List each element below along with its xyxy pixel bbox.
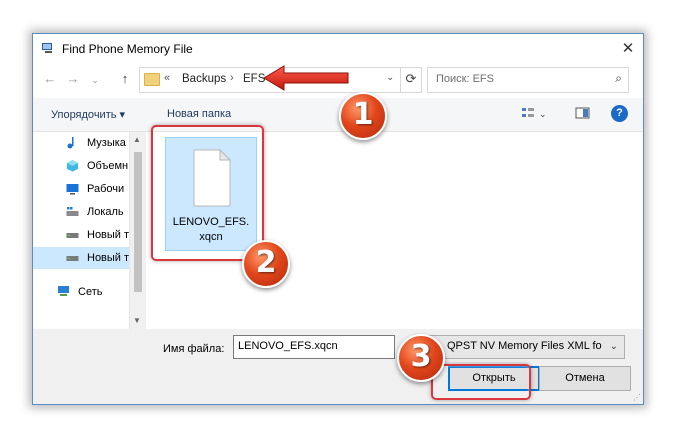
drive-icon [66,233,79,238]
chevron-right-icon: › [230,72,234,84]
folder-icon [144,73,160,86]
step-3-badge: 3 [397,334,445,382]
preview-pane-icon[interactable] [575,106,590,120]
open-button-highlight [431,364,531,400]
filename-label: Имя файла: [163,343,225,355]
bottom-panel: Имя файла: LENOVO_EFS.xqcn QPST NV Memor… [33,330,643,404]
desktop-icon [66,184,79,195]
sidebar-item-label: Объемн [87,160,129,172]
step-1-badge: 1 [339,92,387,140]
scroll-up-icon[interactable]: ▲ [133,135,141,144]
sidebar-item-label: Новый т [87,252,129,264]
sidebar-item-label: Сеть [78,286,103,298]
cancel-button[interactable]: Отмена [539,366,631,391]
title-bar: Find Phone Memory File ✕ [33,34,643,63]
search-box[interactable]: Поиск: EFS ⌕ [427,67,629,93]
recent-dropdown-icon[interactable]: ⌄ [88,75,102,86]
sidebar-item-label: Рабочи [87,183,125,195]
organize-button[interactable]: Упорядочить ▾ [51,108,125,121]
search-input[interactable]: Поиск: EFS [436,73,494,85]
filetype-value: QPST NV Memory Files XML fo [447,340,602,352]
resize-grip-icon[interactable]: ⋰ [633,393,641,402]
breadcrumb-backups[interactable]: Backups [182,73,226,85]
scroll-down-icon[interactable]: ▼ [133,316,141,325]
drive-icon [66,256,79,261]
sidebar-item-network[interactable]: Сеть [57,281,137,303]
help-icon[interactable]: ? [611,105,628,122]
command-bar: Упорядочить ▾ Новая папка ⌄ ? [33,98,643,132]
local-disk-icon [66,207,79,216]
sidebar-item-label: Музыка [87,137,126,149]
window-title: Find Phone Memory File [62,42,193,56]
filename-field[interactable]: LENOVO_EFS.xqcn [233,335,395,359]
search-icon: ⌕ [615,71,622,85]
step-2-badge: 2 [242,240,290,288]
address-dropdown-icon[interactable]: ⌄ [386,72,394,83]
filename-value[interactable]: LENOVO_EFS.xqcn [238,340,338,352]
sidebar-item-label: Локаль [87,206,124,218]
back-button[interactable]: ← [43,71,57,86]
forward-button[interactable]: → [66,71,80,86]
3d-objects-icon [67,160,78,172]
network-icon [58,286,69,296]
view-dropdown-icon[interactable]: ⌄ [539,109,547,120]
overflow-icon[interactable]: « [164,72,170,84]
music-icon [67,137,74,149]
arrow-icon [263,65,349,91]
file-highlight [151,125,264,261]
new-folder-button[interactable]: Новая папка [167,108,231,120]
sidebar-scrollbar[interactable]: ▲ ▼ [129,132,146,329]
sidebar-item-label: Новый т [87,229,130,241]
refresh-button[interactable]: ⟳ [400,67,422,93]
view-options-icon[interactable] [521,106,535,120]
chevron-down-icon[interactable]: ⌄ [610,341,618,352]
sidebar-item-new-volume-2[interactable]: Новый т [33,247,129,269]
close-button[interactable]: ✕ [613,34,643,63]
app-icon [42,43,52,53]
up-button[interactable]: ↑ [118,71,132,86]
scrollbar-thumb[interactable] [134,152,142,292]
filetype-select[interactable]: QPST NV Memory Files XML fo ⌄ [417,335,625,359]
